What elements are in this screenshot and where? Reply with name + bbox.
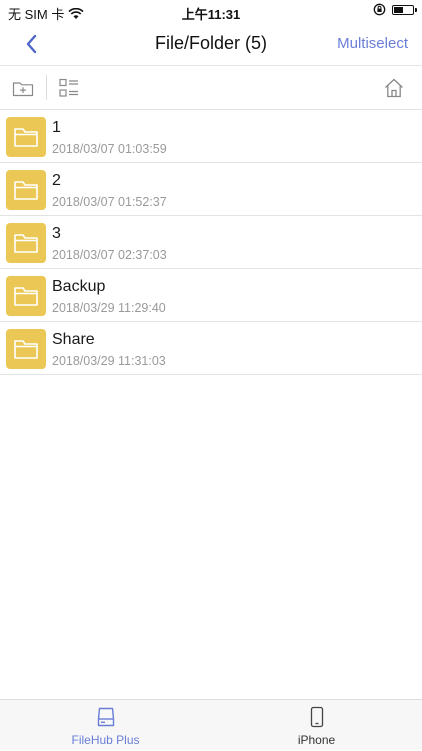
file-date: 2018/03/29 11:29:40 [52,301,166,315]
folder-tile [6,223,46,263]
folder-icon [14,234,38,253]
file-date: 2018/03/29 11:31:03 [52,354,166,368]
list-item[interactable]: Share 2018/03/29 11:31:03 [0,322,422,375]
tab-iphone[interactable]: iPhone [211,700,422,751]
status-right [373,3,417,16]
file-name: 1 [52,119,61,136]
file-list: 1 2018/03/07 01:03:59 2 2018/03/07 01:52… [0,110,422,375]
file-date: 2018/03/07 01:03:59 [52,142,167,156]
folder-icon [14,128,38,147]
status-bar: 无 SIM 卡 上午11:31 [0,0,422,24]
new-folder-button[interactable] [11,76,35,100]
file-date: 2018/03/07 02:37:03 [52,248,167,262]
folder-tile [6,276,46,316]
view-mode-button[interactable] [57,76,81,100]
file-name: Share [52,331,95,348]
toolbar-divider [46,75,47,100]
orientation-lock-icon [373,3,386,16]
list-item[interactable]: 1 2018/03/07 01:03:59 [0,110,422,163]
chevron-left-icon [26,34,37,54]
back-button[interactable] [18,30,46,58]
tab-filehub-plus[interactable]: FileHub Plus [0,700,211,751]
file-date: 2018/03/07 01:52:37 [52,195,167,209]
battery-level [394,6,404,13]
folder-tile [6,170,46,210]
status-time: 上午11:31 [181,7,241,22]
list-item[interactable]: Backup 2018/03/29 11:29:40 [0,269,422,322]
list-item[interactable]: 2 2018/03/07 01:52:37 [0,163,422,216]
hard-drive-icon [97,707,115,727]
tab-label: iPhone [297,733,336,747]
file-name: 3 [52,225,61,242]
toolbar [0,66,422,110]
tab-bar: FileHub Plus iPhone [0,699,422,750]
battery-icon [392,4,417,15]
list-item[interactable]: 3 2018/03/07 02:37:03 [0,216,422,269]
folder-tile [6,117,46,157]
home-button[interactable] [382,76,406,100]
file-name: 2 [52,172,61,189]
folder-icon [14,181,38,200]
tab-label: FileHub Plus [71,733,140,747]
multiselect-button[interactable]: Multiselect [337,35,408,52]
list-view-icon [59,78,78,97]
file-name: Backup [52,278,106,295]
folder-tile [6,329,46,369]
folder-icon [14,287,38,306]
home-icon [385,78,403,98]
add-folder-icon [12,82,34,97]
navigation-bar: File/Folder (5) Multiselect [0,24,422,66]
phone-icon [310,706,324,728]
folder-icon [14,340,38,359]
